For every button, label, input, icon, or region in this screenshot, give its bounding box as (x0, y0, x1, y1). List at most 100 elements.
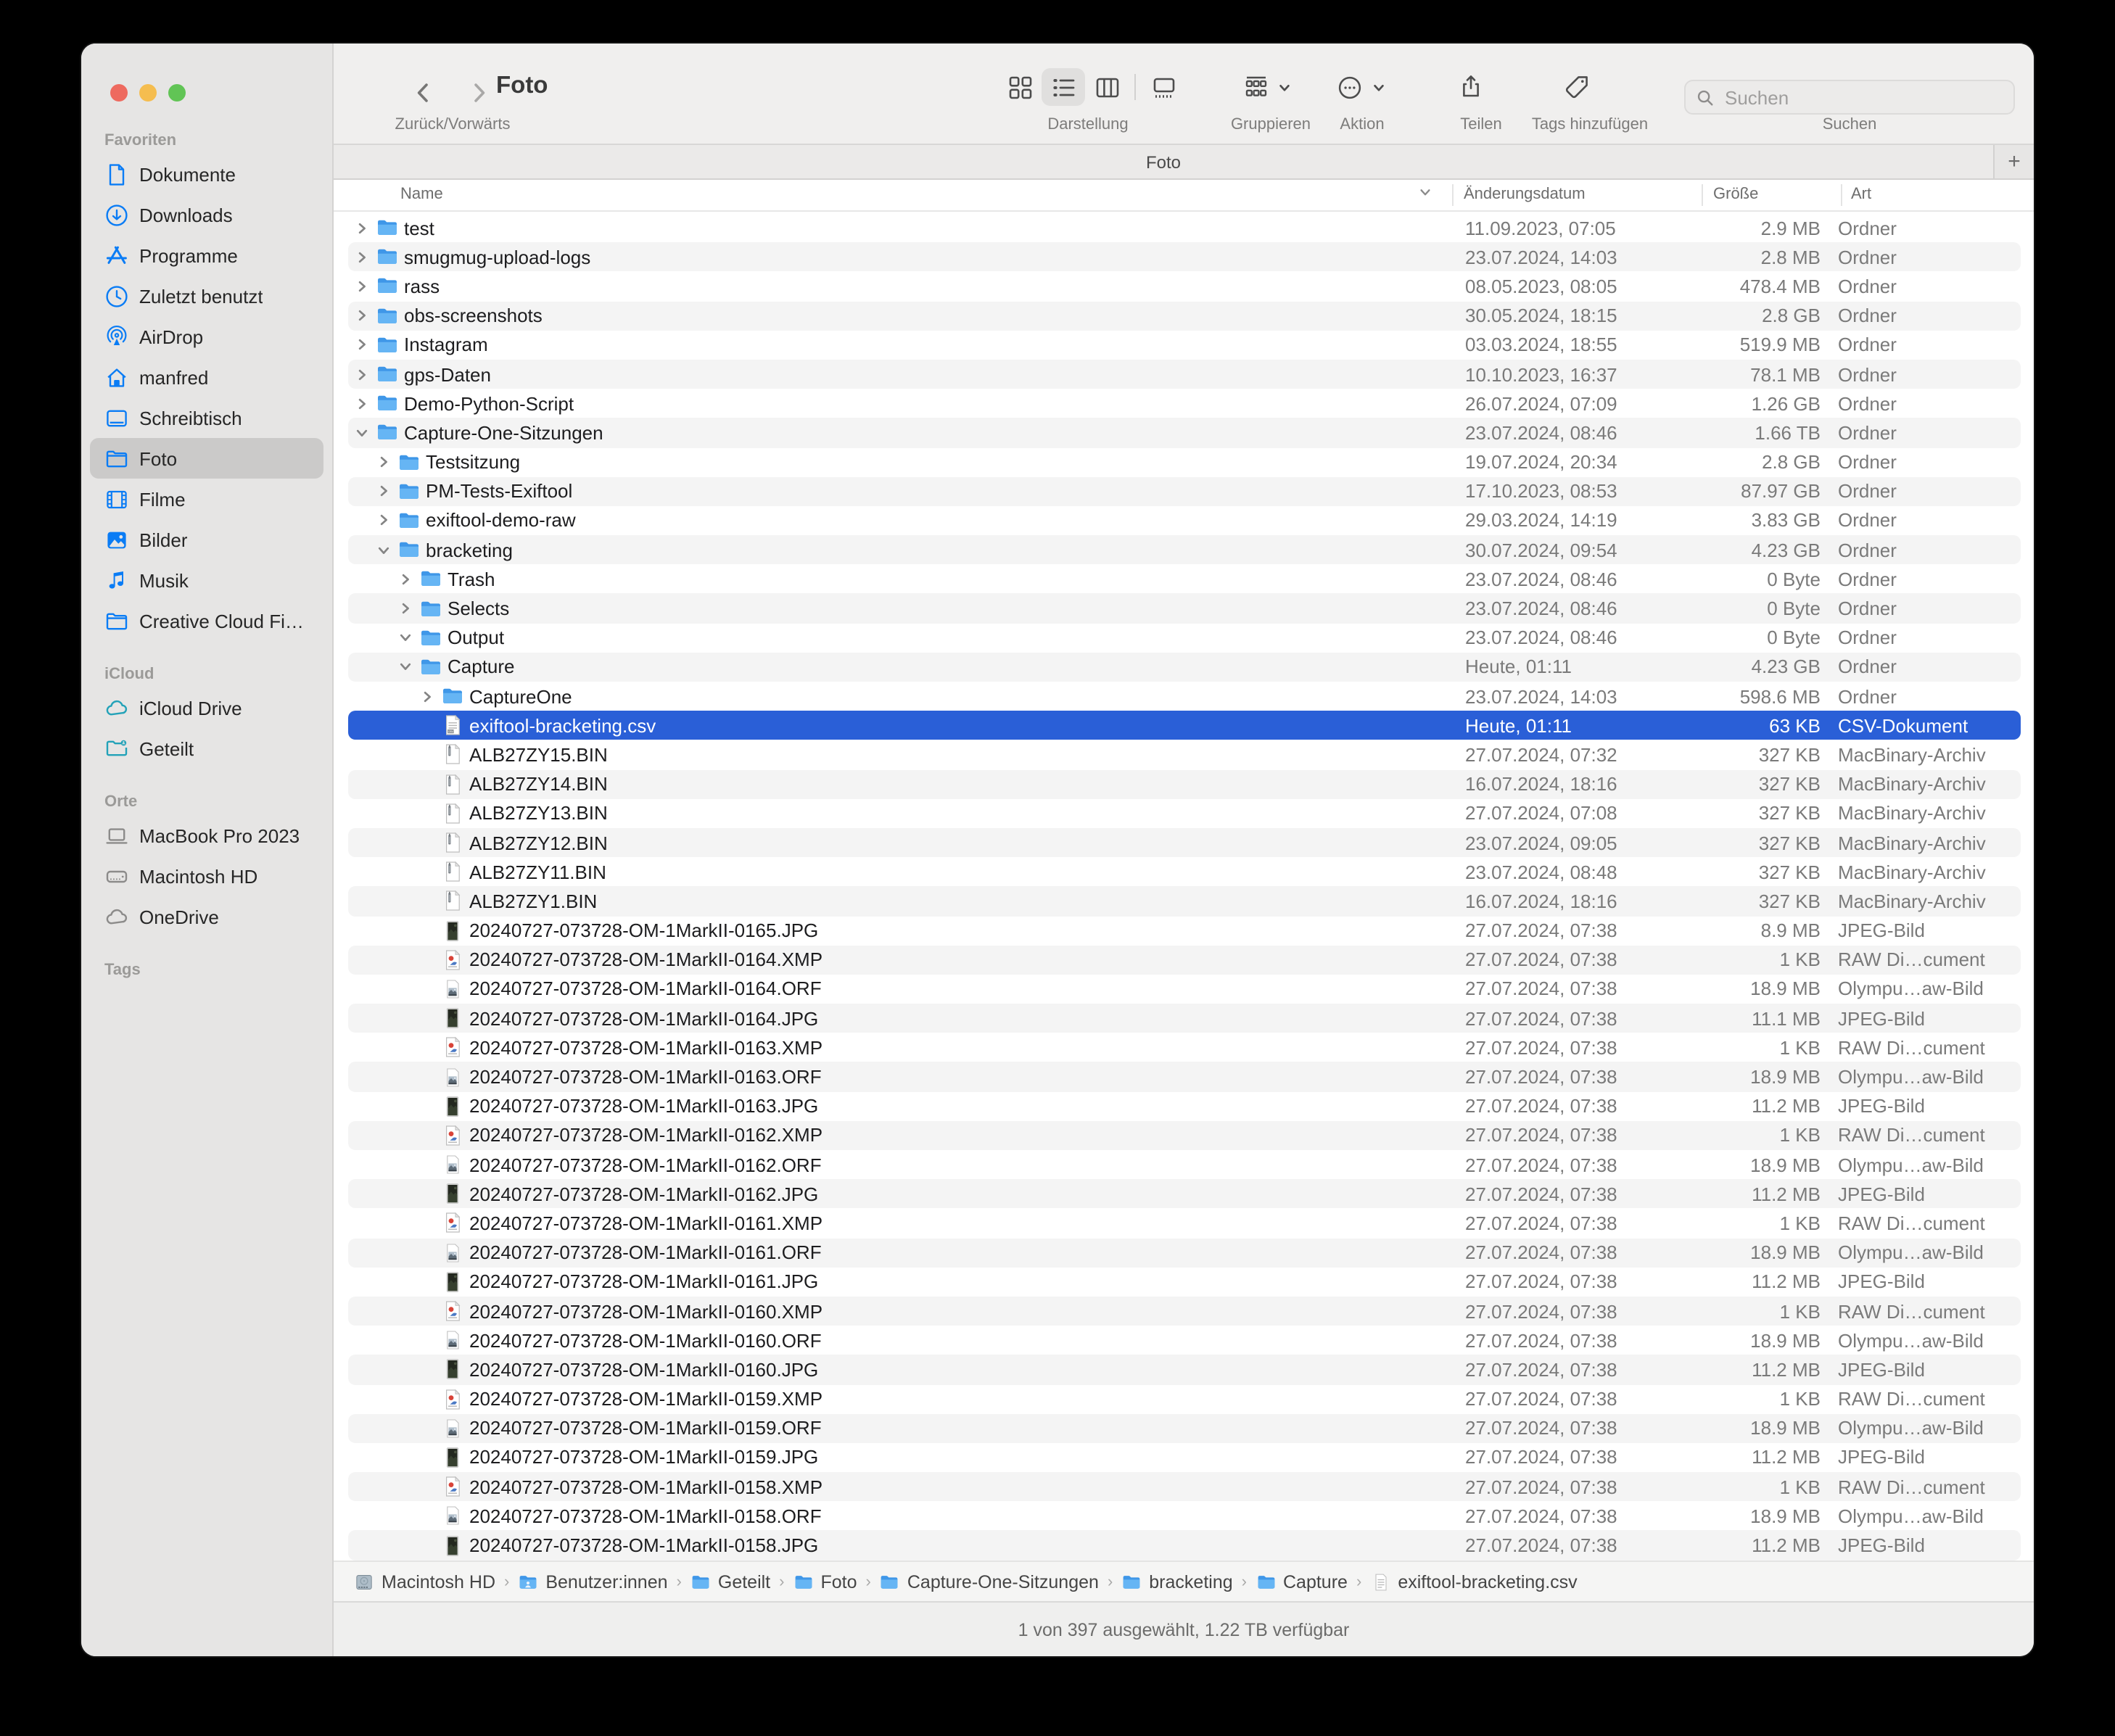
path-item-capture-one-sitzungen[interactable]: Capture-One-Sitzungen (880, 1571, 1099, 1592)
disclosure-collapsed-icon[interactable] (395, 602, 416, 615)
sidebar-item-foto[interactable]: Foto (90, 438, 323, 479)
sidebar-item-macbook-pro-2023[interactable]: MacBook Pro 2023 (90, 815, 323, 856)
file-row[interactable]: CaptureOne23.07.2024, 14:03598.6 MBOrdne… (347, 682, 2021, 711)
column-divider[interactable] (1702, 184, 1703, 206)
disclosure-expanded-icon[interactable] (374, 543, 394, 556)
disclosure-expanded-icon[interactable] (395, 631, 416, 644)
tab-foto[interactable]: Foto (334, 145, 1993, 178)
file-row[interactable]: Selects23.07.2024, 08:460 ByteOrdner (347, 594, 2021, 623)
file-row[interactable]: Capture-One-Sitzungen23.07.2024, 08:461.… (347, 418, 2021, 447)
file-row[interactable]: 20240727-073728-OM-1MarkII-0161.JPG27.07… (347, 1268, 2021, 1297)
minimize-window-button[interactable] (139, 84, 157, 102)
file-row[interactable]: 20240727-073728-OM-1MarkII-0164.XMP27.07… (347, 945, 2021, 974)
file-row[interactable]: 20240727-073728-OM-1MarkII-0158.JPG27.07… (347, 1531, 2021, 1560)
sidebar-item-bilder[interactable]: Bilder (90, 519, 323, 560)
file-row[interactable]: 20240727-073728-OM-1MarkII-0160.JPG27.07… (347, 1355, 2021, 1384)
file-row[interactable]: Output23.07.2024, 08:460 ByteOrdner (347, 623, 2021, 652)
file-row[interactable]: Demo-Python-Script26.07.2024, 07:091.26 … (347, 389, 2021, 418)
disclosure-collapsed-icon[interactable] (352, 309, 372, 322)
disclosure-collapsed-icon[interactable] (352, 397, 372, 410)
file-row[interactable]: gps-Daten10.10.2023, 16:3778.1 MBOrdner (347, 360, 2021, 389)
path-item-capture[interactable]: Capture (1256, 1571, 1348, 1592)
file-row[interactable]: 20240727-073728-OM-1MarkII-0161.XMP27.07… (347, 1209, 2021, 1238)
sidebar-item-dokumente[interactable]: Dokumente (90, 154, 323, 194)
file-row[interactable]: CaptureHeute, 01:114.23 GBOrdner (347, 653, 2021, 682)
file-row[interactable]: 20240727-073728-OM-1MarkII-0165.JPG27.07… (347, 916, 2021, 945)
file-row[interactable]: Testsitzung19.07.2024, 20:342.8 GBOrdner (347, 447, 2021, 476)
sidebar-item-zuletzt-benutzt[interactable]: Zuletzt benutzt (90, 276, 323, 316)
column-view-button[interactable] (1085, 68, 1129, 106)
path-item-foto[interactable]: Foto (793, 1571, 857, 1592)
group-button[interactable] (1242, 67, 1291, 107)
path-item-benutzer-innen[interactable]: Benutzer:innen (518, 1571, 667, 1592)
disclosure-expanded-icon[interactable] (395, 661, 416, 674)
file-row[interactable]: exiftool-demo-raw29.03.2024, 14:193.83 G… (347, 506, 2021, 535)
column-header-size[interactable]: Größe (1713, 186, 1758, 203)
close-window-button[interactable] (110, 84, 128, 102)
sidebar-item-manfred[interactable]: manfred (90, 357, 323, 397)
column-header-kind[interactable]: Art (1851, 186, 1871, 203)
column-divider[interactable] (1452, 184, 1454, 206)
path-item-macintosh-hd[interactable]: Macintosh HD (354, 1571, 495, 1592)
disclosure-collapsed-icon[interactable] (395, 573, 416, 586)
sidebar-item-musik[interactable]: Musik (90, 560, 323, 600)
file-row[interactable]: 20240727-073728-OM-1MarkII-0164.ORF27.07… (347, 975, 2021, 1004)
sidebar-item-geteilt[interactable]: Geteilt (90, 728, 323, 769)
forward-button[interactable] (464, 74, 493, 112)
disclosure-collapsed-icon[interactable] (352, 251, 372, 264)
column-divider[interactable] (1841, 184, 1842, 206)
disclosure-collapsed-icon[interactable] (352, 368, 372, 381)
file-row[interactable]: ALB27ZY12.BIN23.07.2024, 09:05327 KBMacB… (347, 828, 2021, 857)
list-view-button[interactable] (1042, 68, 1085, 106)
file-row[interactable]: 20240727-073728-OM-1MarkII-0160.XMP27.07… (347, 1297, 2021, 1326)
disclosure-collapsed-icon[interactable] (352, 339, 372, 352)
column-header-name[interactable]: Name (400, 186, 443, 203)
file-row[interactable]: ALB27ZY15.BIN27.07.2024, 07:32327 KBMacB… (347, 740, 2021, 769)
file-row[interactable]: 20240727-073728-OM-1MarkII-0163.ORF27.07… (347, 1062, 2021, 1091)
path-item-bracketing[interactable]: bracketing (1121, 1571, 1232, 1592)
file-row[interactable]: 20240727-073728-OM-1MarkII-0162.XMP27.07… (347, 1121, 2021, 1150)
disclosure-collapsed-icon[interactable] (417, 690, 437, 703)
file-row[interactable]: 20240727-073728-OM-1MarkII-0163.XMP27.07… (347, 1033, 2021, 1062)
share-button[interactable] (1456, 67, 1485, 107)
file-row[interactable]: ALB27ZY14.BIN16.07.2024, 18:16327 KBMacB… (347, 769, 2021, 798)
file-row[interactable]: rass08.05.2023, 08:05478.4 MBOrdner (347, 272, 2021, 301)
sidebar-item-downloads[interactable]: Downloads (90, 194, 323, 235)
file-row[interactable]: 20240727-073728-OM-1MarkII-0163.JPG27.07… (347, 1091, 2021, 1120)
sidebar-item-macintosh-hd[interactable]: Macintosh HD (90, 856, 323, 896)
sidebar-item-schreibtisch[interactable]: Schreibtisch (90, 397, 323, 438)
file-row[interactable]: 20240727-073728-OM-1MarkII-0159.XMP27.07… (347, 1384, 2021, 1413)
file-row[interactable]: 20240727-073728-OM-1MarkII-0162.ORF27.07… (347, 1150, 2021, 1179)
file-row[interactable]: test11.09.2023, 07:052.9 MBOrdner (347, 213, 2021, 242)
file-row[interactable]: 20240727-073728-OM-1MarkII-0158.XMP27.07… (347, 1472, 2021, 1501)
disclosure-collapsed-icon[interactable] (374, 485, 394, 498)
search-input[interactable] (1722, 85, 2003, 109)
sidebar-item-icloud-drive[interactable]: iCloud Drive (90, 687, 323, 728)
sidebar-item-creative-cloud-fi-[interactable]: Creative Cloud Fi… (90, 600, 323, 641)
disclosure-collapsed-icon[interactable] (374, 514, 394, 527)
disclosure-collapsed-icon[interactable] (352, 221, 372, 234)
path-item-exiftool-bracketing-csv[interactable]: exiftool-bracketing.csv (1370, 1571, 1577, 1592)
file-row[interactable]: csvexiftool-bracketing.csvHeute, 01:1163… (347, 711, 2021, 740)
file-row[interactable]: 20240727-073728-OM-1MarkII-0159.JPG27.07… (347, 1443, 2021, 1472)
disclosure-collapsed-icon[interactable] (374, 455, 394, 468)
file-row[interactable]: ALB27ZY11.BIN23.07.2024, 08:48327 KBMacB… (347, 857, 2021, 886)
file-row[interactable]: ALB27ZY1.BIN16.07.2024, 18:16327 KBMacBi… (347, 887, 2021, 916)
disclosure-expanded-icon[interactable] (352, 426, 372, 439)
file-row[interactable]: 20240727-073728-OM-1MarkII-0159.ORF27.07… (347, 1413, 2021, 1442)
gallery-view-button[interactable] (1142, 68, 1185, 106)
zoom-window-button[interactable] (168, 84, 186, 102)
file-row[interactable]: smugmug-upload-logs23.07.2024, 14:032.8 … (347, 242, 2021, 271)
file-row[interactable]: 20240727-073728-OM-1MarkII-0161.ORF27.07… (347, 1238, 2021, 1267)
file-row[interactable]: Instagram03.03.2024, 18:55519.9 MBOrdner (347, 331, 2021, 360)
file-row[interactable]: 20240727-073728-OM-1MarkII-0164.JPG27.07… (347, 1004, 2021, 1033)
file-row[interactable]: ALB27ZY13.BIN27.07.2024, 07:08327 KBMacB… (347, 799, 2021, 828)
sidebar-item-filme[interactable]: Filme (90, 479, 323, 519)
file-row[interactable]: 20240727-073728-OM-1MarkII-0160.ORF27.07… (347, 1326, 2021, 1355)
search-field[interactable] (1684, 80, 2015, 115)
file-row[interactable]: 20240727-073728-OM-1MarkII-0162.JPG27.07… (347, 1179, 2021, 1208)
column-header-date[interactable]: Änderungsdatum (1464, 186, 1586, 203)
add-tags-button[interactable] (1562, 67, 1591, 107)
sidebar-item-onedrive[interactable]: OneDrive (90, 896, 323, 937)
file-row[interactable]: obs-screenshots30.05.2024, 18:152.8 GBOr… (347, 301, 2021, 330)
